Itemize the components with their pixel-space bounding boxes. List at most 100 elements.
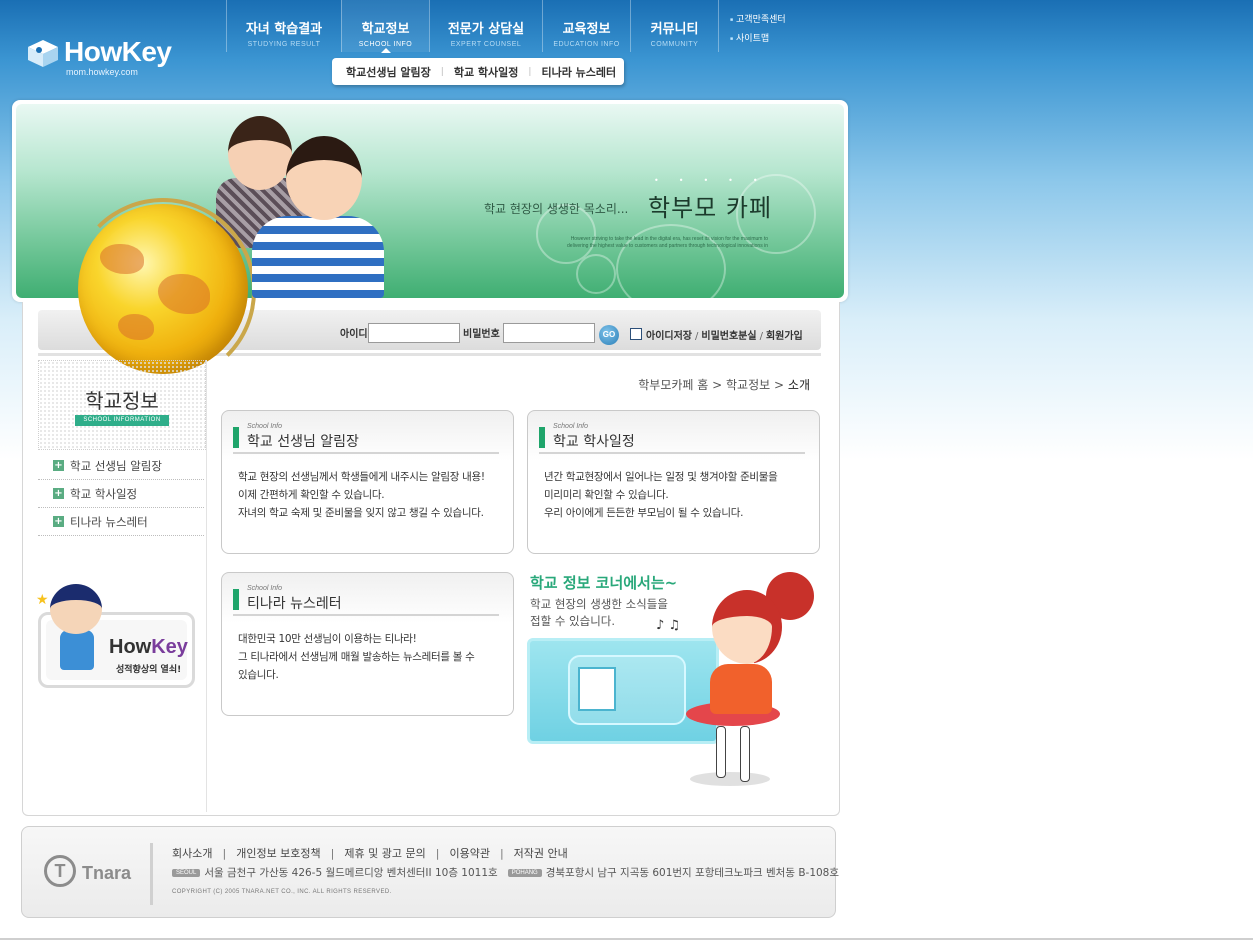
password-input[interactable] [503, 323, 595, 343]
box-divider [233, 452, 499, 454]
box-line-text: 우리 아이에게 든든한 부모님이 될 수 있습니다. [544, 507, 744, 519]
box-title: 학교 학사일정 [553, 434, 635, 450]
music-notes-icon: ♪ ♫ [656, 618, 681, 633]
gnb-label: 교육정보 [562, 22, 611, 37]
footer-address: SEOUL 서울 금천구 가산동 426-5 월드메르디앙 벤처센터II 10층 … [172, 865, 839, 880]
box-text: 대한민국 10만 선생님이 이용하는 티나라! 그 티나라에서 선생님께 매월 … [238, 630, 500, 684]
submenu-separator: | [528, 66, 532, 77]
utility-links: 고객만족센터 사이트맵 [730, 12, 786, 50]
login-go-button[interactable]: GO [599, 325, 619, 345]
box-line-text: 이제 간편하게 확인할 수 있습니다. [238, 489, 385, 501]
corner-title: 학교 정보 코너에서는~ [530, 574, 678, 592]
gnb-sublabel: EXPERT COUNSEL [450, 41, 522, 48]
box-line-text: 학교 현장의 선생님께서 학생들에게 내주시는 알림장 내용! [238, 471, 485, 483]
gnb-expert-counsel[interactable]: 전문가 상담실 EXPERT COUNSEL [429, 0, 542, 52]
password-label: 비밀번호 [463, 329, 500, 340]
footer-link-partnership[interactable]: 제휴 및 광고 문의 [344, 847, 425, 860]
gnb-sublabel: EDUCATION INFO [553, 41, 620, 48]
box-accent-bar [233, 427, 239, 448]
banner-boy-illustration [252, 216, 384, 298]
id-label: 아이디 [340, 329, 368, 340]
footer-separator: | [499, 847, 504, 860]
gnb-sublabel: SCHOOL INFO [358, 41, 413, 48]
box-title: 티나라 뉴스레터 [247, 596, 342, 612]
corner-description: 학교 현장의 생생한 소식들을 접할 수 있습니다. [530, 596, 668, 630]
footer-separator: | [435, 847, 440, 860]
left-nav-teacher-notice[interactable]: + 학교 선생님 알림장 [38, 452, 204, 480]
submenu-teacher-notice[interactable]: 학교선생님 알림장 [346, 64, 431, 80]
left-nav-school-schedule[interactable]: + 학교 학사일정 [38, 480, 204, 508]
left-nav-label: 학교 선생님 알림장 [70, 458, 162, 473]
promo-brand: HowKey [109, 636, 188, 659]
banner-girl-head [228, 116, 292, 190]
gnb-label: 전문가 상담실 [447, 22, 525, 37]
box-line-text: 자녀의 학교 숙제 및 준비물을 잊지 않고 챙길 수 있습니다. [238, 507, 484, 519]
gnb-school-info[interactable]: 학교정보 SCHOOL INFO [341, 0, 429, 53]
footer: Tnara 회사소개 | 개인정보 보호정책 | 제휴 및 광고 문의 | 이용약관 | 저작권… [21, 826, 839, 918]
gnb-divider [718, 0, 719, 52]
box-line-text: 있습니다. [238, 669, 279, 681]
footer-link-about[interactable]: 회사소개 [172, 847, 212, 860]
save-id-label[interactable]: 아이디저장 [646, 331, 692, 342]
lost-password-link[interactable]: 비밀번호분실 [701, 331, 756, 342]
corner-desc-line: 학교 현장의 생생한 소식들을 [530, 597, 668, 611]
howkey-logo[interactable]: HowKey mom.howkey.com [26, 36, 176, 82]
pohang-badge: POHANG [507, 869, 542, 877]
gnb-label: 커뮤니티 [650, 22, 699, 37]
footer-separator: | [222, 847, 227, 860]
breadcrumb-home[interactable]: 학부모카페 홈 [638, 378, 708, 392]
girl-shadow [690, 772, 770, 786]
sub-menu: 학교선생님 알림장 | 학교 학사일정 | 티나라 뉴스레터 [332, 58, 624, 85]
gnb-sublabel: COMMUNITY [650, 41, 699, 48]
banner-tagline: 학교 현장의 생생한 목소리... [484, 202, 629, 216]
footer-brand: Tnara [82, 863, 132, 883]
promo-boy-illustration [60, 630, 94, 670]
seoul-address: 서울 금천구 가산동 426-5 월드메르디앙 벤처센터II 10층 1011호 [204, 867, 498, 879]
footer-link-privacy[interactable]: 개인정보 보호정책 [236, 847, 320, 860]
box-subtitle: School Info [553, 423, 589, 430]
save-id-checkbox[interactable] [630, 328, 642, 340]
footer-link-terms[interactable]: 이용약관 [449, 847, 489, 860]
left-nav-newsletter[interactable]: + 티나라 뉴스레터 [38, 508, 204, 536]
submenu-school-schedule[interactable]: 학교 학사일정 [454, 64, 519, 80]
banner-dots: ••••• [654, 176, 778, 185]
corner-desc-line: 접할 수 있습니다. [530, 614, 616, 628]
footer-separator: | [330, 847, 335, 860]
banner-title: 학부모 카페 [648, 194, 773, 222]
girl-leg [716, 726, 726, 778]
id-input[interactable] [368, 323, 460, 343]
left-nav: + 학교 선생님 알림장 + 학교 학사일정 + 티나라 뉴스레터 [38, 452, 204, 536]
box-line-text: 미리미리 확인할 수 있습니다. [544, 489, 669, 501]
box-accent-bar [539, 427, 545, 448]
breadcrumb-section[interactable]: 학교정보 [726, 378, 770, 392]
gnb-label: 학교정보 [361, 22, 410, 37]
page-bottom-line [0, 938, 1253, 940]
breadcrumb-separator: > [774, 378, 785, 392]
footer-link-copyright[interactable]: 저작권 안내 [514, 847, 568, 860]
section-title-box: 학교정보 SCHOOL INFORMATION [38, 360, 206, 450]
box-line-text: 년간 학교현장에서 일어나는 일정 및 챙겨야할 준비물을 [544, 471, 778, 483]
box-title: 학교 선생님 알림장 [247, 434, 359, 450]
box-divider [539, 452, 805, 454]
link-separator: / [695, 331, 699, 342]
submenu-newsletter[interactable]: 티나라 뉴스레터 [541, 64, 616, 80]
join-link[interactable]: 회원가입 [766, 331, 803, 342]
gnb-studying-result[interactable]: 자녀 학습결과 STUDYING RESULT [226, 0, 341, 52]
pohang-address: 경북포항시 남구 지곡동 601번지 포항테크노파크 벤처동 B-108호 [545, 867, 840, 879]
footer-links: 회사소개 | 개인정보 보호정책 | 제휴 및 광고 문의 | 이용약관 | 저작권 안내 [172, 845, 568, 861]
info-box-school-schedule[interactable]: School Info 학교 학사일정 년간 학교현장에서 일어나는 일정 및 … [527, 410, 820, 554]
girl-head [712, 590, 782, 664]
info-box-teacher-notice[interactable]: School Info 학교 선생님 알림장 학교 현장의 선생님께서 학생들에… [221, 410, 514, 554]
box-line-text: 그 티나라에서 선생님께 매월 발송하는 뉴스레터를 볼 수 [238, 651, 475, 663]
global-nav: 자녀 학습결과 STUDYING RESULT 학교정보 SCHOOL INFO… [226, 0, 719, 53]
left-nav-label: 학교 학사일정 [70, 486, 138, 501]
box-text: 학교 현장의 선생님께서 학생들에게 내주시는 알림장 내용! 이제 간편하게 … [238, 468, 500, 522]
info-box-newsletter[interactable]: School Info 티나라 뉴스레터 대한민국 10만 선생님이 이용하는 … [221, 572, 514, 716]
gnb-community[interactable]: 커뮤니티 COMMUNITY [630, 0, 718, 52]
customer-center-link[interactable]: 고객만족센터 [730, 12, 786, 25]
gnb-education-info[interactable]: 교육정보 EDUCATION INFO [542, 0, 630, 52]
sitemap-link[interactable]: 사이트맵 [730, 31, 786, 44]
seoul-badge: SEOUL [172, 869, 201, 877]
promo-brand-how: How [109, 636, 152, 658]
banner-swirl [576, 254, 616, 294]
